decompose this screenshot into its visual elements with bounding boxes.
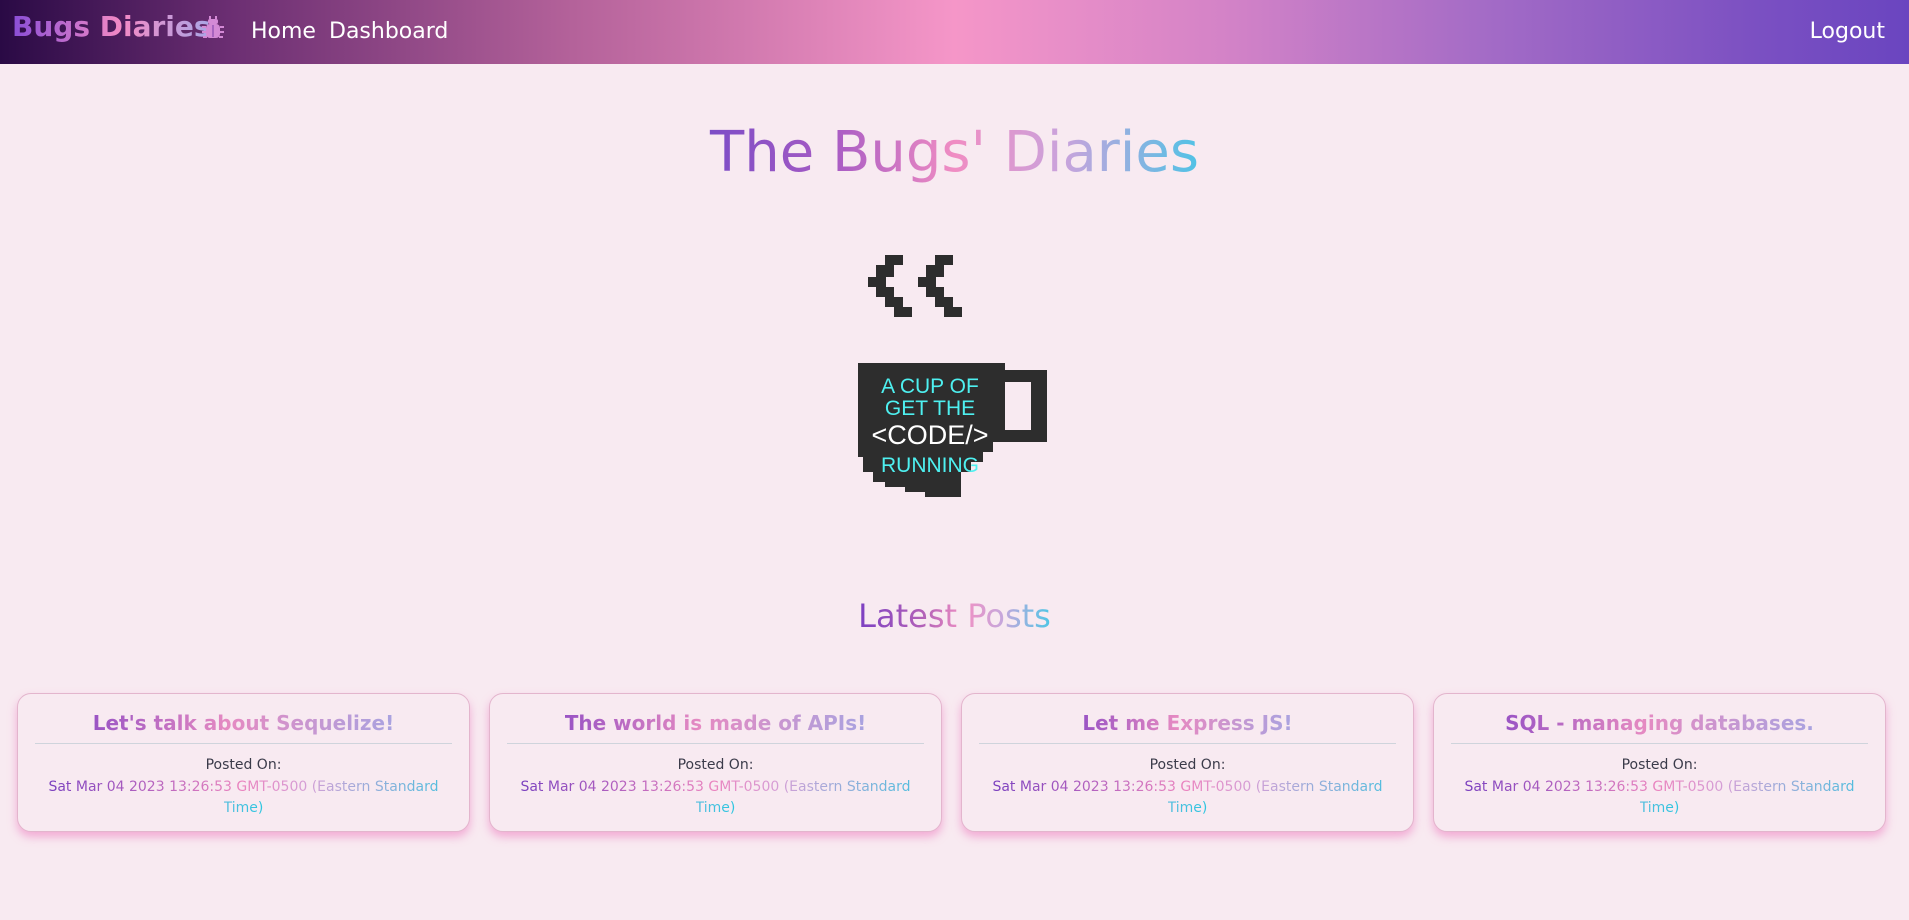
post-title-text: Let's talk about Sequelize! (92, 711, 395, 735)
logo-text-line4: RUNNING (881, 454, 979, 477)
post-card[interactable]: Let me Express JS! Posted On: Sat Mar 04… (961, 693, 1414, 832)
page-title-text: The Bugs' Diaries (706, 120, 1203, 185)
steam-icon (868, 255, 962, 317)
post-date: Sat Mar 04 2023 13:26:53 GMT-0500 (Easte… (520, 777, 911, 819)
post-date: Sat Mar 04 2023 13:26:53 GMT-0500 (Easte… (992, 777, 1383, 819)
post-date: Sat Mar 04 2023 13:26:53 GMT-0500 (Easte… (48, 777, 439, 819)
posted-on-label: Posted On: (677, 757, 754, 773)
top-navbar: Bugs Diaries Home Dashboard Logout (0, 0, 1909, 64)
logo-text-line1: A CUP OF (881, 375, 979, 398)
nav-link-dashboard[interactable]: Dashboard (329, 19, 448, 44)
brand-logo-text[interactable]: Bugs Diaries (12, 10, 211, 43)
logout-link[interactable]: Logout (1810, 19, 1885, 44)
nav-link-home[interactable]: Home (251, 19, 316, 44)
page-title: The Bugs' Diaries (0, 118, 1909, 188)
post-title[interactable]: SQL - managing databases. (1451, 709, 1868, 744)
latest-posts-heading-text: Latest Posts (858, 597, 1051, 635)
post-title-text: The world is made of APIs! (564, 711, 867, 735)
post-date-text: Sat Mar 04 2023 13:26:53 GMT-0500 (Easte… (992, 779, 1383, 816)
post-card[interactable]: The world is made of APIs! Posted On: Sa… (489, 693, 942, 832)
post-title-text: SQL - managing databases. (1505, 711, 1814, 735)
post-date-text: Sat Mar 04 2023 13:26:53 GMT-0500 (Easte… (1464, 779, 1855, 816)
post-date: Sat Mar 04 2023 13:26:53 GMT-0500 (Easte… (1464, 777, 1855, 819)
latest-posts-heading: Latest Posts (0, 594, 1909, 638)
coffee-cup-logo: A CUP OF GET THE <CODE/> RUNNING (858, 255, 1047, 497)
logo-text-line3: <CODE/> (871, 420, 988, 450)
post-title[interactable]: Let's talk about Sequelize! (35, 709, 452, 744)
posted-on-label: Posted On: (205, 757, 282, 773)
posted-on-label: Posted On: (1621, 757, 1698, 773)
bug-icon (202, 16, 224, 38)
post-title[interactable]: Let me Express JS! (979, 709, 1396, 744)
post-date-text: Sat Mar 04 2023 13:26:53 GMT-0500 (Easte… (520, 779, 911, 816)
posted-on-label: Posted On: (1149, 757, 1226, 773)
post-card[interactable]: SQL - managing databases. Posted On: Sat… (1433, 693, 1886, 832)
post-title[interactable]: The world is made of APIs! (507, 709, 924, 744)
post-title-text: Let me Express JS! (1082, 711, 1293, 735)
logo-text-line2: GET THE (885, 397, 975, 420)
post-card[interactable]: Let's talk about Sequelize! Posted On: S… (17, 693, 470, 832)
post-date-text: Sat Mar 04 2023 13:26:53 GMT-0500 (Easte… (48, 779, 439, 816)
